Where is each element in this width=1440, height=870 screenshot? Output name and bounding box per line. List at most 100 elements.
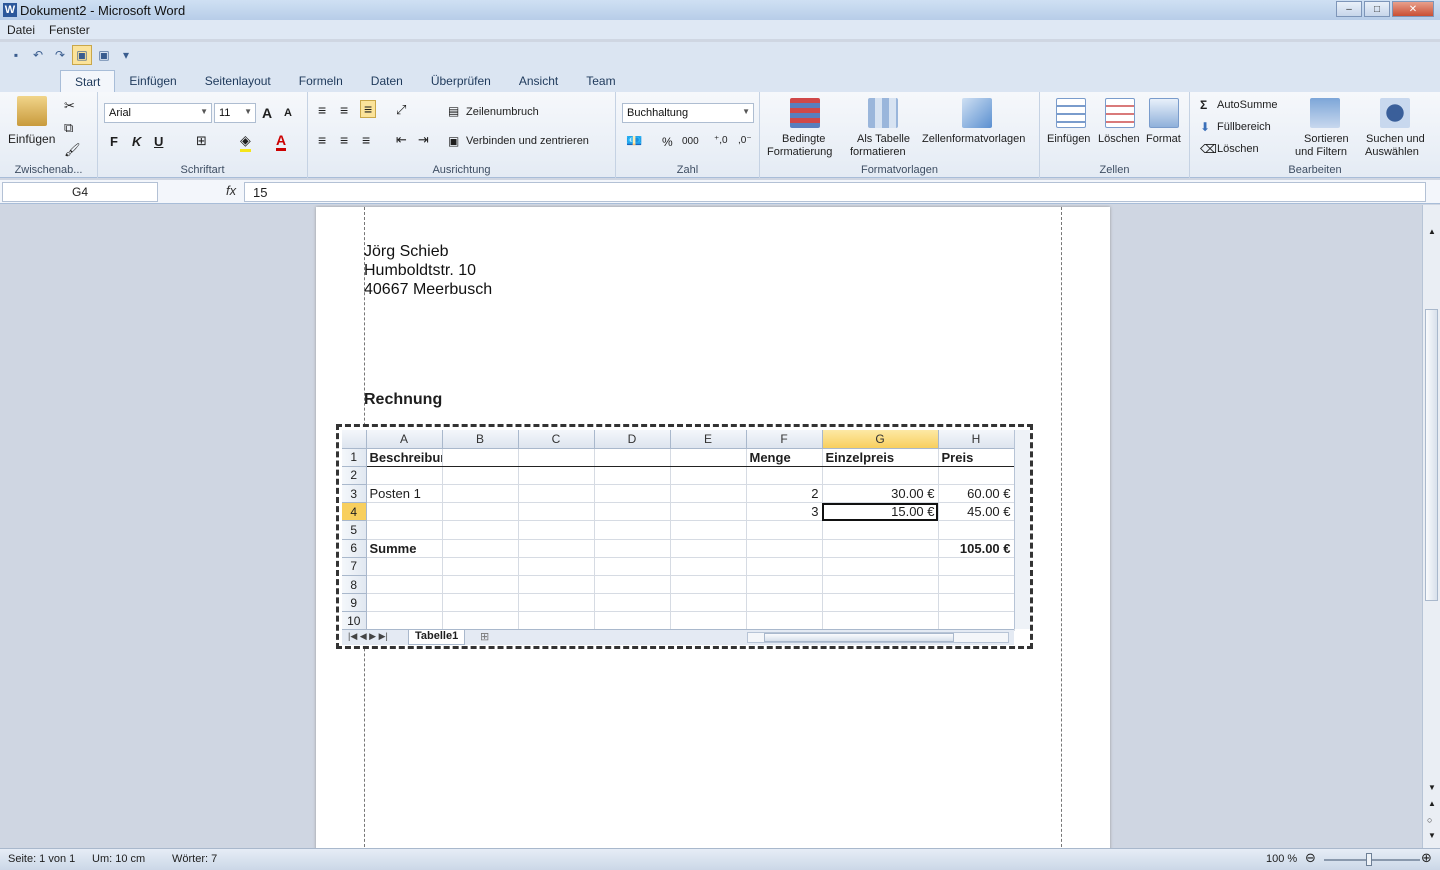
sheet-scroll-thumb[interactable] — [764, 633, 954, 642]
cell[interactable] — [518, 502, 595, 522]
cell[interactable] — [746, 466, 823, 486]
cell-styles-icon[interactable] — [962, 98, 992, 128]
find-select-label-2[interactable]: Auswählen — [1365, 146, 1419, 158]
cell[interactable] — [442, 557, 519, 577]
row-header[interactable]: 1 — [342, 448, 367, 467]
cell[interactable]: 60.00 € — [938, 484, 1015, 504]
cell[interactable]: Menge — [746, 448, 823, 467]
format-as-table-icon[interactable] — [868, 98, 898, 128]
cell[interactable] — [594, 520, 671, 540]
format-as-table-label-1[interactable]: Als Tabelle — [857, 133, 910, 145]
cell[interactable] — [822, 611, 939, 631]
cell[interactable] — [746, 557, 823, 577]
close-button[interactable]: ✕ — [1392, 1, 1434, 17]
tab-seitenlayout[interactable]: Seitenlayout — [191, 70, 285, 92]
redo-icon[interactable]: ↷ — [50, 45, 70, 65]
status-position[interactable]: Um: 10 cm — [92, 853, 145, 865]
align-right-icon[interactable]: ≡ — [362, 132, 370, 148]
insert-function-icon[interactable]: fx — [226, 183, 236, 198]
cell[interactable] — [518, 611, 595, 631]
thousands-button[interactable]: 000 — [682, 136, 699, 147]
cell[interactable] — [938, 611, 1015, 631]
cell[interactable] — [938, 557, 1015, 577]
document-vertical-scrollbar[interactable]: ▲ ▼ ▲ ○ ▼ — [1422, 205, 1440, 848]
column-header-b[interactable]: B — [442, 430, 519, 449]
cell[interactable]: Summe — [366, 539, 443, 558]
cell[interactable] — [746, 575, 823, 595]
cell[interactable] — [670, 575, 747, 595]
tab-daten[interactable]: Daten — [357, 70, 417, 92]
cell[interactable] — [366, 466, 443, 486]
cell-styles-button[interactable]: Zellenformatvorlagen — [922, 133, 1025, 145]
format-painter-icon[interactable]: 🖌 — [64, 142, 81, 158]
cell[interactable] — [366, 502, 443, 522]
lock-link-icon[interactable]: ▣ — [94, 45, 114, 65]
zoom-out-icon[interactable]: ⊖ — [1305, 850, 1316, 866]
menu-datei[interactable]: Datei — [0, 23, 42, 37]
paste-icon[interactable] — [17, 96, 47, 126]
orientation-icon[interactable]: ⤢ — [396, 102, 406, 118]
status-words[interactable]: Wörter: 7 — [172, 853, 217, 865]
cell[interactable]: 105.00 € — [938, 539, 1015, 558]
minimize-button[interactable]: – — [1336, 1, 1362, 17]
increase-indent-icon[interactable]: ⇥ — [418, 132, 429, 148]
conditional-formatting-icon[interactable] — [790, 98, 820, 128]
column-header-e[interactable]: E — [670, 430, 747, 449]
font-size-combo[interactable]: 11 ▼ — [214, 103, 256, 123]
grow-font-button[interactable]: A — [262, 105, 272, 121]
cell[interactable]: 45.00 € — [938, 502, 1015, 522]
status-page[interactable]: Seite: 1 von 1 — [8, 853, 75, 865]
cell[interactable] — [746, 520, 823, 540]
insert-cells-icon[interactable] — [1056, 98, 1086, 128]
zoom-slider-thumb[interactable] — [1366, 853, 1372, 866]
cell[interactable] — [746, 539, 823, 558]
fill-button[interactable]: Füllbereich — [1217, 121, 1271, 133]
autosum-button[interactable]: AutoSumme — [1217, 99, 1278, 111]
cell[interactable] — [518, 448, 595, 467]
cell[interactable] — [670, 557, 747, 577]
cell[interactable] — [518, 539, 595, 558]
cell[interactable] — [594, 575, 671, 595]
cell[interactable] — [938, 575, 1015, 595]
row-header[interactable]: 8 — [342, 575, 367, 595]
cell[interactable] — [366, 557, 443, 577]
cell[interactable] — [594, 484, 671, 504]
column-header-c[interactable]: C — [518, 430, 595, 449]
cell[interactable] — [518, 520, 595, 540]
menu-fenster[interactable]: Fenster — [42, 23, 97, 37]
cell[interactable] — [822, 575, 939, 595]
cell[interactable] — [442, 484, 519, 504]
row-header[interactable]: 7 — [342, 557, 367, 577]
cell[interactable]: Posten 1 — [366, 484, 443, 504]
cell[interactable] — [746, 593, 823, 613]
cell[interactable] — [366, 520, 443, 540]
select-all-corner[interactable] — [342, 430, 367, 449]
cell[interactable] — [442, 575, 519, 595]
cell[interactable] — [594, 539, 671, 558]
cell[interactable] — [442, 539, 519, 558]
cell[interactable]: Preis — [938, 448, 1015, 467]
browse-object-icon[interactable]: ○ — [1427, 815, 1432, 825]
align-top-icon[interactable]: ≡ — [318, 102, 326, 118]
cell[interactable] — [822, 557, 939, 577]
cell[interactable] — [822, 593, 939, 613]
cell[interactable] — [518, 557, 595, 577]
row-header[interactable]: 5 — [342, 520, 367, 540]
cell[interactable] — [518, 575, 595, 595]
decrease-indent-icon[interactable]: ⇤ — [396, 132, 407, 148]
cell[interactable] — [938, 520, 1015, 540]
save-icon[interactable]: ▪ — [6, 45, 26, 65]
column-header-d[interactable]: D — [594, 430, 671, 449]
row-header[interactable]: 9 — [342, 593, 367, 613]
conditional-formatting-label-2[interactable]: Formatierung — [767, 146, 832, 158]
zoom-in-icon[interactable]: ⊕ — [1421, 850, 1432, 866]
cell[interactable] — [670, 502, 747, 522]
cell[interactable] — [366, 611, 443, 631]
cell[interactable] — [594, 502, 671, 522]
customize-qat-icon[interactable]: ▾ — [116, 45, 136, 65]
format-cells-button[interactable]: Format — [1146, 133, 1181, 145]
row-header[interactable]: 10 — [342, 611, 367, 631]
cell[interactable] — [670, 520, 747, 540]
cell[interactable] — [670, 484, 747, 504]
tab-team[interactable]: Team — [572, 70, 629, 92]
